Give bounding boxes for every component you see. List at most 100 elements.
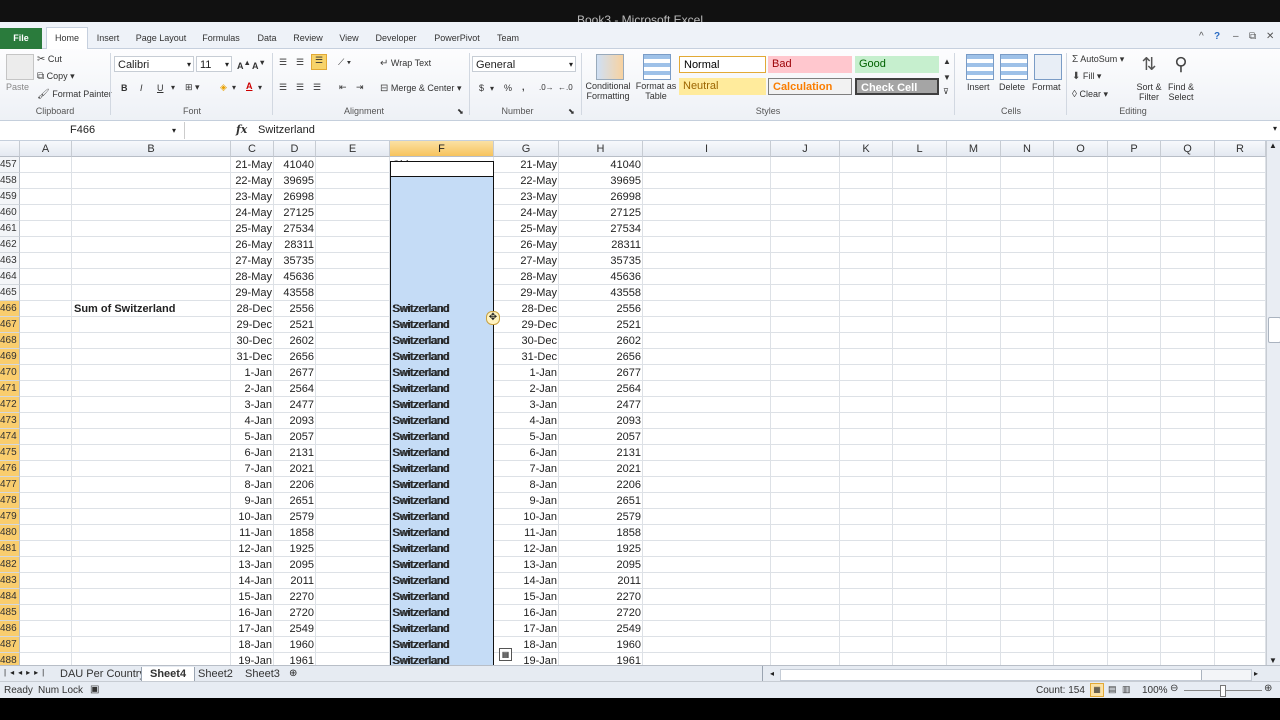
italic-button[interactable]: I: [140, 83, 143, 93]
window-close-icon[interactable]: ✕: [1266, 31, 1274, 42]
cell-g-468[interactable]: 30-Dec: [496, 333, 557, 349]
cell-c-488[interactable]: 19-Jan: [233, 653, 272, 665]
cell-c-467[interactable]: 29-Dec: [233, 317, 272, 333]
cell-d-462[interactable]: 28311: [276, 237, 314, 253]
cell-c-458[interactable]: 22-May: [233, 173, 272, 189]
underline-button[interactable]: U: [157, 83, 164, 93]
insert-function-icon[interactable]: fx: [236, 123, 247, 136]
sheet-nav-icons[interactable]: |◂◂▸▸|: [4, 668, 48, 677]
zoom-in-icon[interactable]: ⊕: [1264, 683, 1272, 694]
cell-g-462[interactable]: 26-May: [496, 237, 557, 253]
row-header[interactable]: 488: [0, 653, 20, 665]
clear-button[interactable]: ◊ Clear ▾: [1072, 89, 1108, 100]
column-header-h[interactable]: H: [559, 141, 643, 157]
sort-filter-icon[interactable]: ⇅: [1136, 54, 1162, 78]
comma-button[interactable]: ,: [522, 82, 525, 92]
row-header[interactable]: 460: [0, 205, 20, 221]
font-color-icon[interactable]: A: [246, 81, 253, 91]
column-header-b[interactable]: B: [72, 141, 231, 157]
cell-d-473[interactable]: 2093: [276, 413, 314, 429]
cell-h-484[interactable]: 2270: [561, 589, 641, 605]
cell-c-481[interactable]: 12-Jan: [233, 541, 272, 557]
column-header-j[interactable]: J: [771, 141, 840, 157]
row-header[interactable]: 483: [0, 573, 20, 589]
cell-c-459[interactable]: 23-May: [233, 189, 272, 205]
cell-c-478[interactable]: 9-Jan: [233, 493, 272, 509]
sheet-tab-sheet3[interactable]: Sheet3: [237, 667, 288, 682]
align-top-icon[interactable]: ☰: [279, 57, 287, 68]
delete-cells-button[interactable]: Delete: [999, 82, 1025, 92]
column-header-l[interactable]: L: [893, 141, 947, 157]
cell-d-485[interactable]: 2720: [276, 605, 314, 621]
cell-g-478[interactable]: 9-Jan: [496, 493, 557, 509]
cell-d-465[interactable]: 43558: [276, 285, 314, 301]
scroll-left-icon[interactable]: ◂: [770, 669, 774, 678]
tab-insert[interactable]: Insert: [92, 28, 124, 48]
tab-page-layout[interactable]: Page Layout: [132, 28, 190, 48]
cell-c-486[interactable]: 17-Jan: [233, 621, 272, 637]
help-icon[interactable]: ?: [1214, 31, 1220, 42]
cell-c-483[interactable]: 14-Jan: [233, 573, 272, 589]
cell-g-466[interactable]: 28-Dec: [496, 301, 557, 317]
column-header-d[interactable]: D: [274, 141, 316, 157]
cell-g-469[interactable]: 31-Dec: [496, 349, 557, 365]
cell-h-457[interactable]: 41040: [561, 157, 641, 173]
row-header[interactable]: 482: [0, 557, 20, 573]
cell-g-459[interactable]: 23-May: [496, 189, 557, 205]
cell-h-460[interactable]: 27125: [561, 205, 641, 221]
bold-button[interactable]: B: [121, 83, 128, 93]
cell-h-478[interactable]: 2651: [561, 493, 641, 509]
conditional-formatting-button[interactable]: Conditional Formatting: [585, 81, 631, 101]
row-header[interactable]: 477: [0, 477, 20, 493]
cell-c-485[interactable]: 16-Jan: [233, 605, 272, 621]
column-header-p[interactable]: P: [1108, 141, 1161, 157]
cell-h-487[interactable]: 1960: [561, 637, 641, 653]
conditional-formatting-icon[interactable]: [596, 54, 624, 80]
styles-more-icon[interactable]: ⊽: [943, 87, 949, 96]
cell-g-474[interactable]: 5-Jan: [496, 429, 557, 445]
cell-c-466[interactable]: 28-Dec: [233, 301, 272, 317]
column-header-n[interactable]: N: [1001, 141, 1054, 157]
cell-h-474[interactable]: 2057: [561, 429, 641, 445]
cell-h-488[interactable]: 1961: [561, 653, 641, 665]
column-header-q[interactable]: Q: [1161, 141, 1215, 157]
cell-c-473[interactable]: 4-Jan: [233, 413, 272, 429]
cell-c-484[interactable]: 15-Jan: [233, 589, 272, 605]
row-header[interactable]: 485: [0, 605, 20, 621]
percent-button[interactable]: %: [504, 83, 512, 93]
cell-g-481[interactable]: 12-Jan: [496, 541, 557, 557]
cell-d-466[interactable]: 2556: [276, 301, 314, 317]
merge-center-button[interactable]: ⊟ Merge & Center ▾: [380, 83, 461, 94]
cell-d-483[interactable]: 2011: [276, 573, 314, 589]
select-all-corner[interactable]: [0, 141, 20, 157]
expand-formula-bar-icon[interactable]: ▾: [1273, 124, 1277, 133]
delete-cells-icon[interactable]: [1000, 54, 1028, 80]
window-minimize-icon[interactable]: –: [1233, 31, 1239, 42]
cell-c-477[interactable]: 8-Jan: [233, 477, 272, 493]
quick-analysis-icon[interactable]: ▦: [499, 648, 512, 661]
cell-c-457[interactable]: 21-May: [233, 157, 272, 173]
row-header[interactable]: 469: [0, 349, 20, 365]
cell-c-463[interactable]: 27-May: [233, 253, 272, 269]
row-header[interactable]: 468: [0, 333, 20, 349]
paste-icon[interactable]: [6, 54, 34, 80]
insert-cells-icon[interactable]: [966, 54, 994, 80]
column-header-c[interactable]: C: [231, 141, 274, 157]
cell-h-470[interactable]: 2677: [561, 365, 641, 381]
row-header[interactable]: 481: [0, 541, 20, 557]
cell-d-475[interactable]: 2131: [276, 445, 314, 461]
style-check-cell[interactable]: Check Cell: [855, 78, 939, 95]
cell-d-480[interactable]: 1858: [276, 525, 314, 541]
name-box[interactable]: F466 ▾: [0, 122, 185, 139]
cell-d-468[interactable]: 2602: [276, 333, 314, 349]
paste-button[interactable]: Paste: [6, 82, 29, 92]
cell-d-470[interactable]: 2677: [276, 365, 314, 381]
cell-d-479[interactable]: 2579: [276, 509, 314, 525]
styles-scroll-down-icon[interactable]: ▼: [943, 73, 951, 82]
decrease-indent-icon[interactable]: ⇤: [339, 82, 347, 93]
cell-h-468[interactable]: 2602: [561, 333, 641, 349]
cell-h-458[interactable]: 39695: [561, 173, 641, 189]
scroll-up-icon[interactable]: ▲: [1269, 141, 1277, 150]
row-header[interactable]: 462: [0, 237, 20, 253]
tab-data[interactable]: Data: [252, 28, 282, 48]
